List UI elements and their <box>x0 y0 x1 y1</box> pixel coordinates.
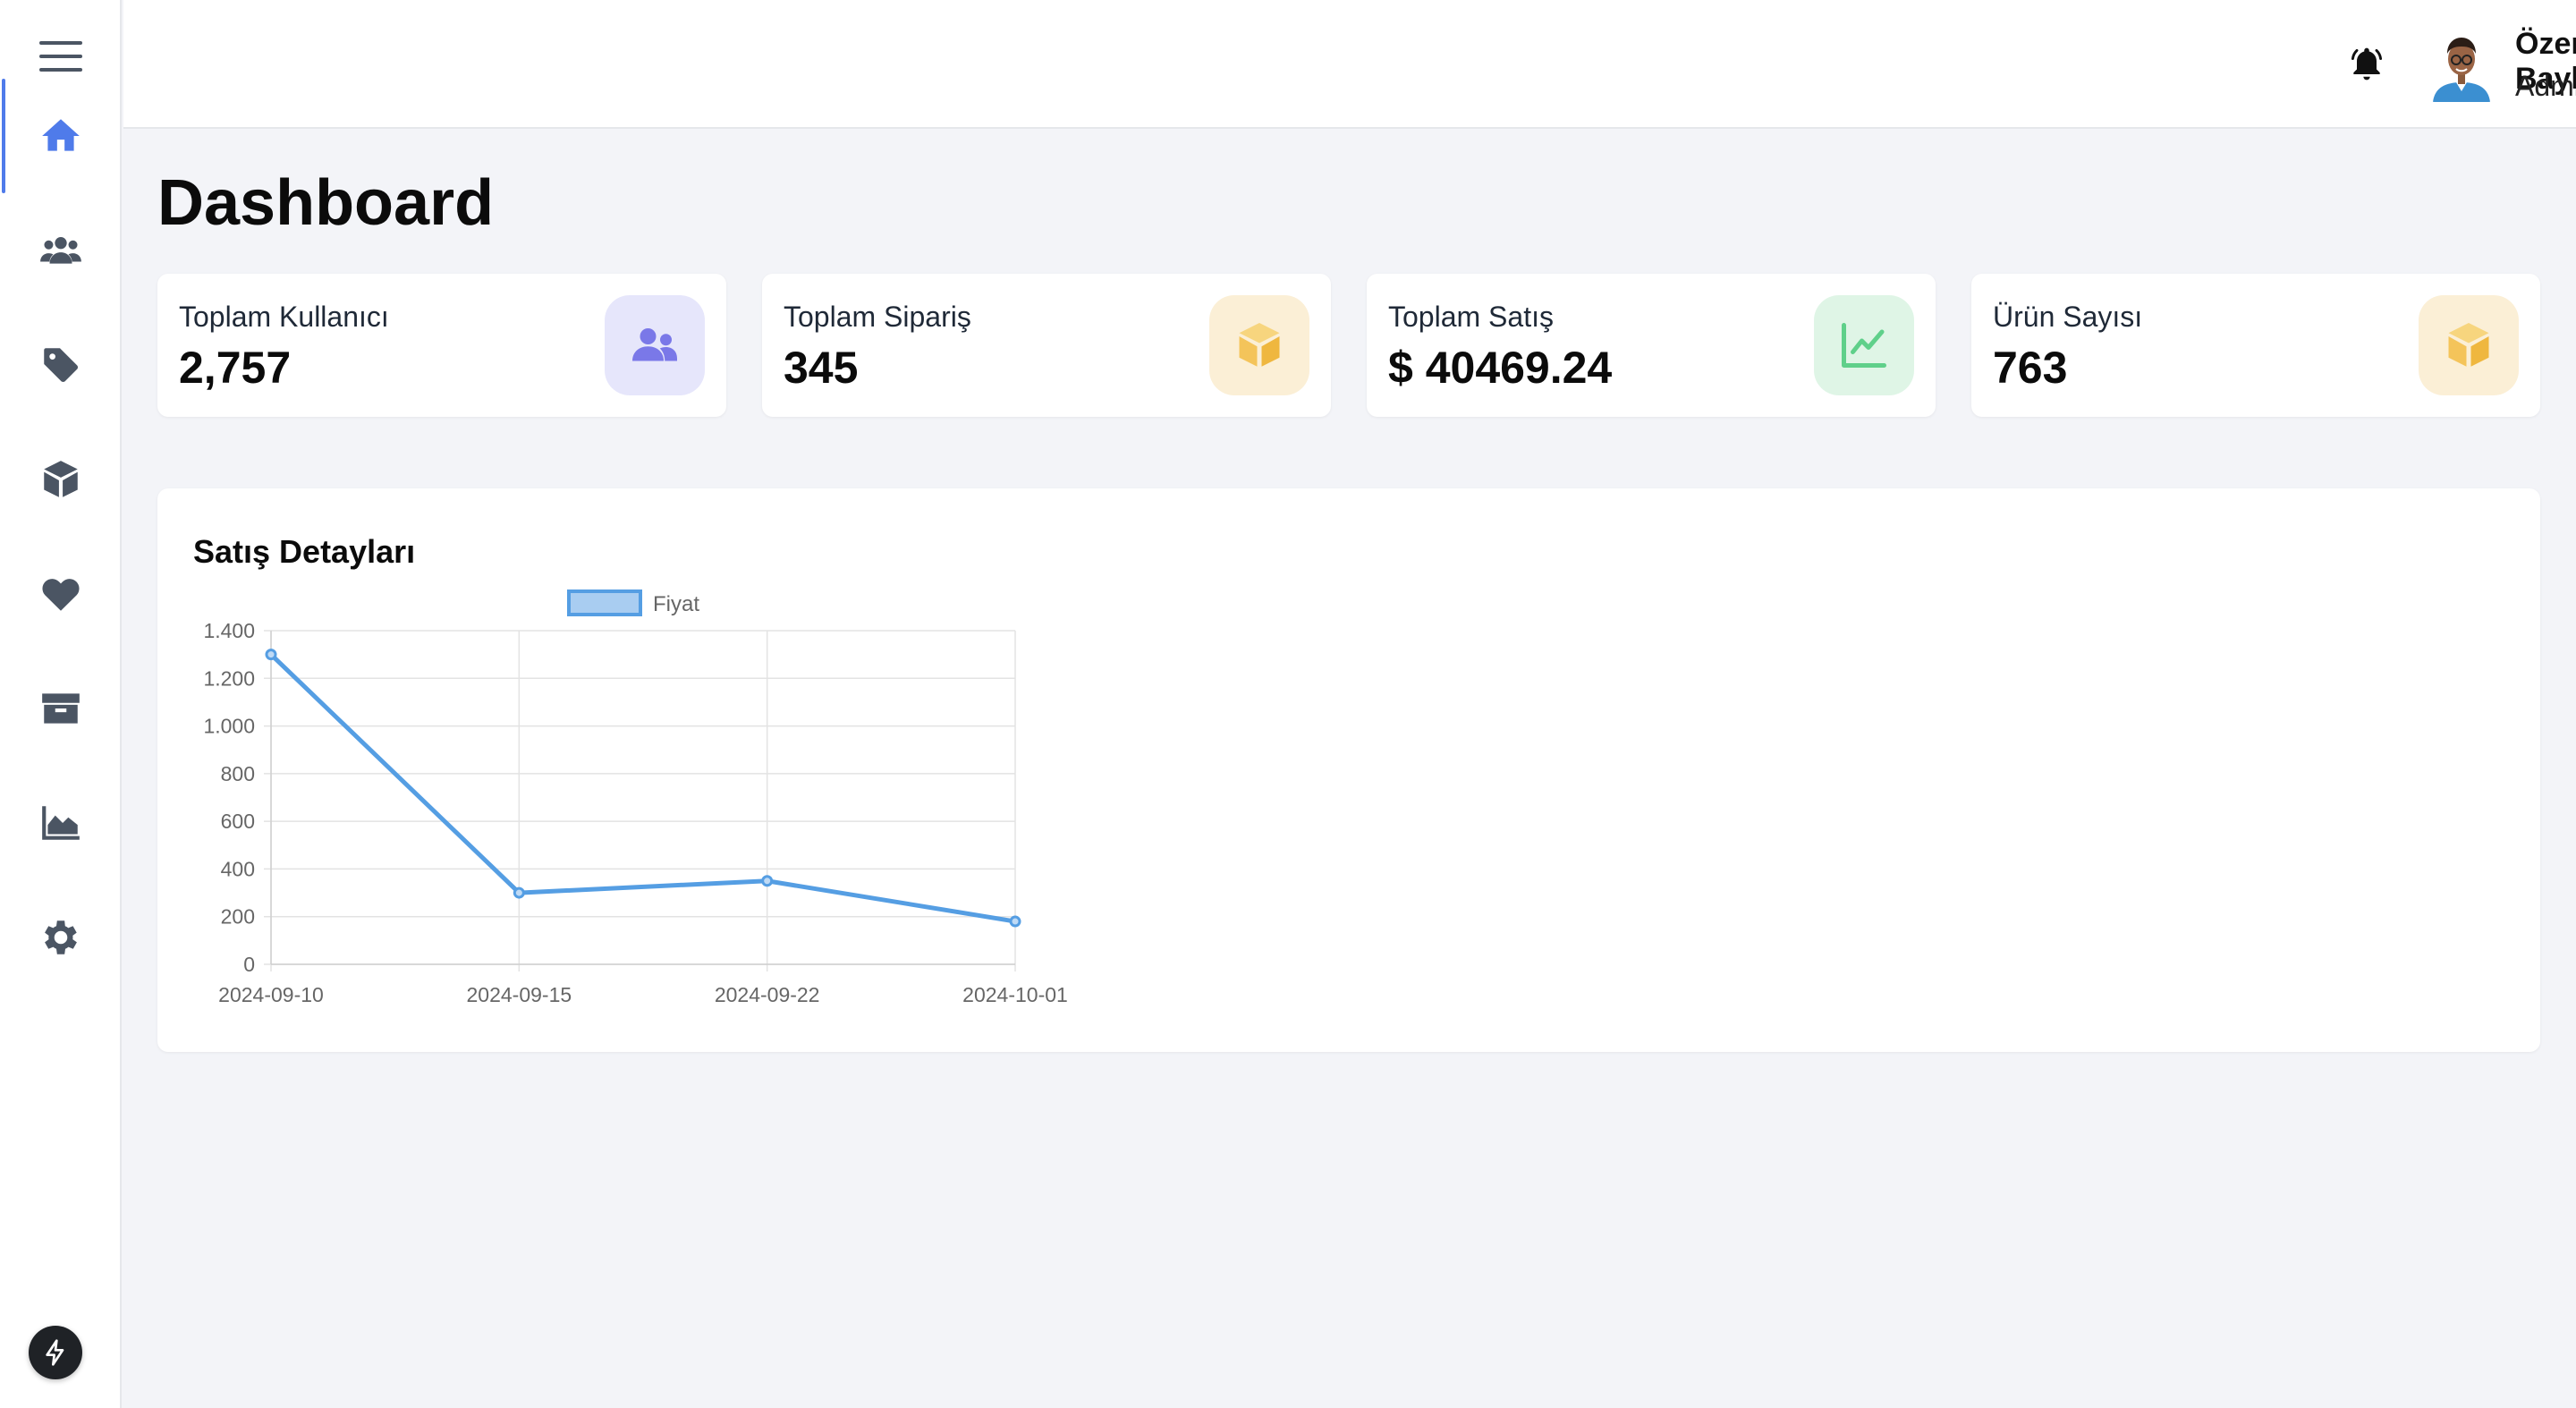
sidebar-item-home[interactable] <box>0 79 122 193</box>
sidebar-item-products[interactable] <box>0 422 122 537</box>
stat-card-products: Ürün Sayısı 763 <box>1971 274 2540 417</box>
sidebar-item-reports[interactable] <box>0 766 122 880</box>
y-tick-label: 200 <box>221 905 255 929</box>
avatar-image <box>2433 38 2490 102</box>
x-tick-label: 2024-10-01 <box>962 983 1068 1006</box>
y-tick-label: 800 <box>221 762 255 785</box>
stat-value: 763 <box>1993 343 2068 393</box>
quick-action-button[interactable] <box>29 1326 82 1379</box>
stat-icon-box <box>2419 295 2519 395</box>
sales-line-chart: 0 200 400 600 800 1.000 1.200 1.400 2024-09-10 20… <box>203 589 1068 1006</box>
legend-swatch <box>567 589 642 616</box>
users-icon <box>632 328 677 361</box>
x-tick-label: 2024-09-15 <box>467 983 572 1006</box>
page-title: Dashboard <box>157 167 495 239</box>
bolt-icon <box>46 1339 64 1366</box>
stat-label: Ürün Sayısı <box>1993 301 2143 333</box>
stat-value: $ 40469.24 <box>1388 343 1613 393</box>
sidebar-item-favorites[interactable] <box>0 537 122 651</box>
stat-label: Toplam Satış <box>1388 301 1554 333</box>
sidebar <box>0 0 122 1408</box>
stat-card-orders: Toplam Sipariş 345 <box>762 274 1331 417</box>
stat-value: 345 <box>784 343 859 393</box>
sidebar-item-users[interactable] <box>0 193 122 308</box>
series-line-fiyat <box>269 652 1016 924</box>
legend-label: Fiyat <box>653 592 699 616</box>
avatar[interactable] <box>2428 30 2496 102</box>
y-tick-label: 1.000 <box>203 715 255 738</box>
panel-title: Satış Detayları <box>193 533 416 570</box>
user-role: Admin <box>2515 70 2576 102</box>
area-chart-icon <box>42 806 80 840</box>
stat-label: Toplam Kullanıcı <box>179 301 389 333</box>
y-tick-label: 1.400 <box>203 619 255 642</box>
users-icon <box>40 237 81 264</box>
y-tick-label: 400 <box>221 857 255 880</box>
data-point <box>513 886 525 899</box>
box-icon <box>42 693 80 724</box>
y-tick-label: 0 <box>243 953 255 976</box>
stat-icon-box <box>605 295 705 395</box>
stat-icon-box <box>1814 295 1914 395</box>
cube-icon <box>2448 323 2489 367</box>
bell-icon[interactable] <box>2347 45 2386 84</box>
cube-icon <box>1239 323 1280 367</box>
menu-toggle-icon[interactable] <box>39 41 82 73</box>
sales-details-panel: Satış Detayları 0 200 400 600 800 1.000 1.200 1… <box>157 488 2540 1052</box>
line-chart-icon <box>1842 323 1886 368</box>
sidebar-item-tags[interactable] <box>0 308 122 422</box>
sidebar-item-orders[interactable] <box>0 651 122 766</box>
cube-icon <box>44 461 78 497</box>
stat-card-sales: Toplam Satış $ 40469.24 <box>1367 274 1936 417</box>
stat-label: Toplam Sipariş <box>784 301 971 333</box>
sidebar-item-settings[interactable] <box>0 880 122 995</box>
data-point <box>265 649 277 661</box>
top-header: Özer Baykal Admin <box>123 0 2576 129</box>
gear-icon <box>45 920 77 954</box>
home-icon <box>42 119 80 151</box>
x-tick-label: 2024-09-10 <box>218 983 324 1006</box>
y-tick-label: 600 <box>221 810 255 833</box>
stat-value: 2,757 <box>179 343 292 393</box>
x-tick-label: 2024-09-22 <box>715 983 820 1006</box>
tag-icon <box>44 348 79 383</box>
stat-card-users: Toplam Kullanıcı 2,757 <box>157 274 726 417</box>
stat-icon-box <box>1209 295 1309 395</box>
y-tick-label: 1.200 <box>203 666 255 690</box>
data-point <box>1009 915 1021 928</box>
heart-icon <box>42 579 80 611</box>
data-point <box>761 875 774 887</box>
